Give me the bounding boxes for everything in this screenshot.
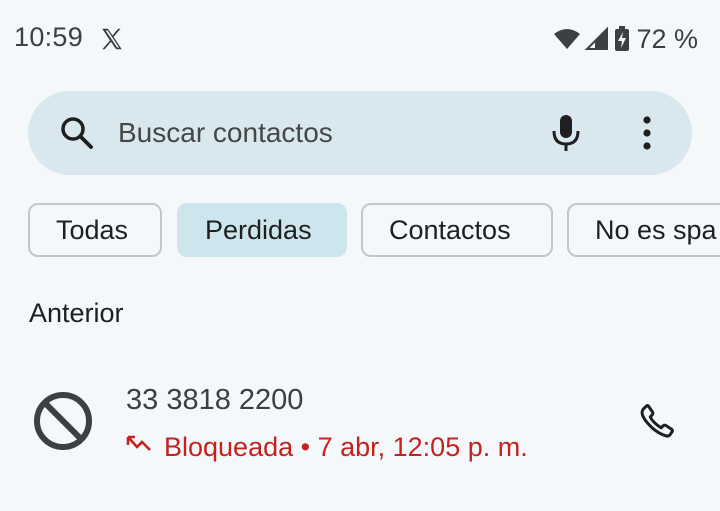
battery-percentage: 72 %	[636, 23, 698, 54]
chip-perdidas[interactable]: Perdidas	[177, 203, 347, 257]
mic-icon[interactable]	[550, 113, 582, 153]
search-input[interactable]	[118, 111, 518, 155]
blocked-icon	[34, 392, 92, 450]
missed-call-icon	[126, 435, 151, 451]
call-detail: Bloqueada • 7 abr, 12:05 p. m.	[126, 432, 528, 463]
search-icon	[61, 117, 93, 149]
status-time: 10:59	[14, 22, 84, 52]
section-heading: Anterior	[29, 298, 124, 328]
more-vert-icon[interactable]	[636, 115, 658, 151]
call-time: 7 abr, 12:05 p. m.	[317, 432, 528, 462]
status-bar: 10:59 72 %	[0, 0, 720, 80]
wifi-icon	[554, 29, 581, 49]
x-logo-icon	[102, 28, 122, 50]
call-log-row[interactable]: 33 3818 2200 Bloqueada • 7 abr, 12:05 p.…	[0, 370, 720, 480]
status-icons: 72 %	[553, 22, 698, 56]
call-number: 33 3818 2200	[126, 384, 304, 416]
call-separator: •	[293, 432, 318, 462]
filter-chips: Todas Perdidas Contactos No es spa	[28, 203, 720, 261]
chip-contactos[interactable]: Contactos	[361, 203, 553, 257]
signal-icon	[585, 27, 609, 50]
chip-todas[interactable]: Todas	[28, 203, 162, 257]
chip-no-es-spam[interactable]: No es spa	[567, 203, 720, 257]
search-bar[interactable]	[28, 91, 692, 175]
call-status: Bloqueada	[164, 432, 294, 462]
phone-icon[interactable]	[638, 402, 676, 440]
battery-charging-icon	[615, 26, 630, 51]
